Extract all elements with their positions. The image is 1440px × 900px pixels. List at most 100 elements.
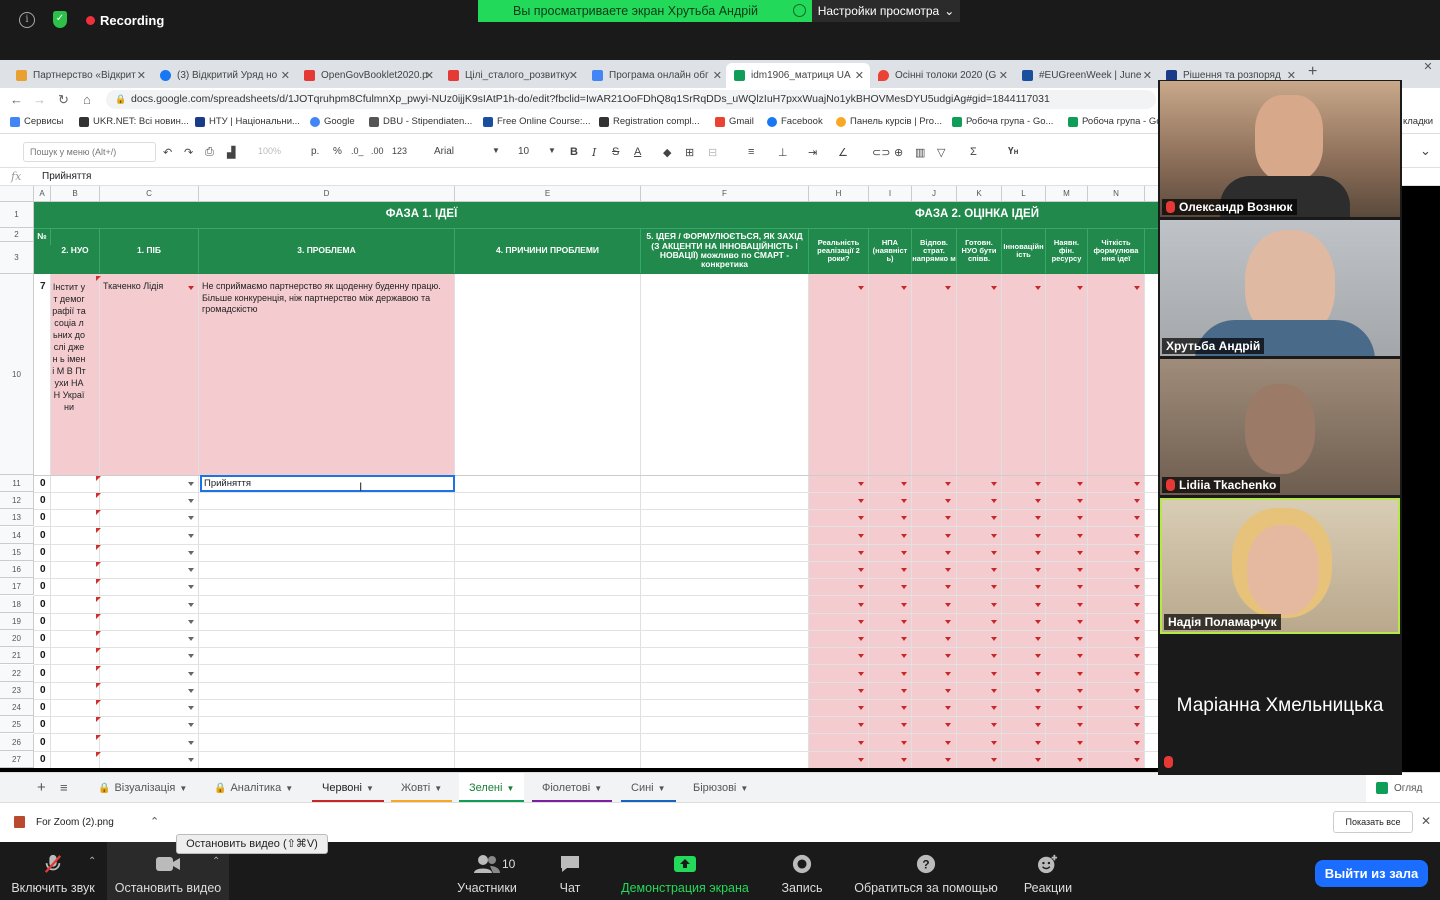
- close-tab-icon[interactable]: ✕: [281, 69, 290, 82]
- participant-video[interactable]: Олександр Вознюк: [1160, 81, 1400, 217]
- dropdown-arrow-icon[interactable]: [991, 619, 997, 624]
- dropdown-arrow-icon[interactable]: [945, 568, 951, 573]
- dropdown-arrow-icon[interactable]: [945, 671, 951, 676]
- row-number-cell[interactable]: 0: [40, 547, 46, 558]
- participant-video-speaking[interactable]: Надія Поламарчук: [1160, 498, 1400, 634]
- fill-color-icon[interactable]: ◆: [663, 146, 671, 159]
- formula-value[interactable]: Прийняття: [42, 171, 91, 182]
- row-header[interactable]: 1: [0, 202, 34, 228]
- dropdown-arrow-icon[interactable]: [1035, 723, 1041, 728]
- dropdown-arrow-icon[interactable]: [1035, 602, 1041, 607]
- column-header[interactable]: B: [51, 186, 100, 202]
- dropdown-arrow-icon[interactable]: [991, 671, 997, 676]
- dropdown-arrow-icon[interactable]: [858, 654, 864, 659]
- dropdown-arrow-icon[interactable]: [901, 499, 907, 504]
- sheet-tab[interactable]: Бірюзові ▼: [683, 773, 758, 803]
- row-header[interactable]: 22: [0, 664, 34, 682]
- functions-icon[interactable]: Σ: [970, 146, 977, 158]
- column-header[interactable]: D: [199, 186, 455, 202]
- dropdown-arrow-icon[interactable]: [858, 516, 864, 521]
- dropdown-arrow-icon[interactable]: [1035, 585, 1041, 590]
- dropdown-arrow-icon[interactable]: [901, 533, 907, 538]
- dropdown-arrow-icon[interactable]: [991, 706, 997, 711]
- row10-pib[interactable]: Ткаченко Лідія: [103, 281, 183, 293]
- column-header[interactable]: M: [1046, 186, 1088, 202]
- bookmark-item[interactable]: Gmail: [715, 116, 754, 127]
- sheet-tab[interactable]: Сині ▼: [621, 773, 676, 803]
- row-header[interactable]: 17: [0, 578, 34, 596]
- dropdown-arrow-icon[interactable]: [1134, 757, 1140, 762]
- bookmark-item[interactable]: Facebook: [767, 116, 823, 127]
- dropdown-arrow-icon[interactable]: [901, 482, 907, 486]
- chevron-up-icon[interactable]: ⌃: [88, 856, 96, 867]
- row-header[interactable]: 10: [0, 274, 34, 475]
- borders-icon[interactable]: ⊞: [685, 146, 694, 159]
- dropdown-arrow-icon[interactable]: [1077, 723, 1083, 728]
- dropdown-arrow-icon[interactable]: [1077, 516, 1083, 521]
- row-number-cell[interactable]: 0: [40, 633, 46, 644]
- row-number-cell[interactable]: 0: [40, 702, 46, 713]
- dropdown-arrow-icon[interactable]: [188, 516, 194, 521]
- row-header[interactable]: 15: [0, 543, 34, 561]
- row-number-cell[interactable]: 0: [40, 754, 46, 765]
- row-number-cell[interactable]: 0: [40, 650, 46, 661]
- dropdown-arrow-icon[interactable]: [1035, 757, 1041, 762]
- dropdown-arrow-icon[interactable]: [991, 723, 997, 728]
- row-number-cell[interactable]: 0: [40, 495, 46, 506]
- dropdown-arrow-icon[interactable]: [1077, 602, 1083, 607]
- show-all-button[interactable]: Показать все: [1333, 811, 1413, 833]
- dropdown-arrow-icon[interactable]: [945, 482, 951, 486]
- chart-icon[interactable]: ▥: [915, 146, 925, 159]
- row-number-cell[interactable]: 0: [40, 530, 46, 541]
- dropdown-arrow-icon[interactable]: [1077, 671, 1083, 676]
- browser-tab-active[interactable]: idm1906_матриця UA ✕: [726, 63, 870, 88]
- dropdown-arrow-icon[interactable]: [991, 585, 997, 590]
- row-number-cell[interactable]: 0: [40, 478, 46, 489]
- dropdown-arrow-icon[interactable]: [858, 585, 864, 590]
- participant-video-off[interactable]: Маріанна Хмельницька: [1160, 637, 1400, 773]
- row-header[interactable]: 2: [0, 228, 34, 242]
- dropdown-arrow-icon[interactable]: [991, 550, 997, 555]
- dropdown-arrow-icon[interactable]: [901, 757, 907, 762]
- row-number-cell[interactable]: 0: [40, 512, 46, 523]
- dropdown-arrow-icon[interactable]: [1035, 619, 1041, 624]
- dropdown-arrow-icon[interactable]: [945, 499, 951, 504]
- sheet-tab-active[interactable]: Зелені ▼: [459, 773, 525, 803]
- dropdown-arrow-icon[interactable]: [1077, 757, 1083, 762]
- row-header[interactable]: 23: [0, 681, 34, 699]
- dropdown-arrow-icon[interactable]: [945, 516, 951, 521]
- chevron-up-icon[interactable]: ⌃: [150, 815, 159, 828]
- row-header[interactable]: 27: [0, 750, 34, 768]
- close-tab-icon[interactable]: ✕: [425, 69, 434, 82]
- dropdown-arrow-icon[interactable]: [945, 602, 951, 607]
- dropdown-arrow-icon[interactable]: [901, 740, 907, 745]
- bookmark-item[interactable]: UKR.NET: Всі новин...: [79, 116, 189, 127]
- decrease-decimal-button[interactable]: .0_: [351, 146, 364, 156]
- increase-decimal-button[interactable]: .00: [371, 146, 384, 156]
- dropdown-arrow-icon[interactable]: [1134, 516, 1140, 521]
- participant-video[interactable]: Lidiia Tkachenko: [1160, 359, 1400, 495]
- row10-number[interactable]: 7: [40, 281, 46, 293]
- dropdown-arrow-icon[interactable]: [188, 550, 194, 555]
- column-header[interactable]: L: [1002, 186, 1046, 202]
- dropdown-arrow-icon[interactable]: [901, 286, 907, 290]
- input-tools-icon[interactable]: Үн: [1008, 146, 1018, 157]
- dropdown-arrow-icon[interactable]: [901, 706, 907, 711]
- row-header[interactable]: 14: [0, 526, 34, 544]
- dropdown-arrow-icon[interactable]: [901, 637, 907, 642]
- dropdown-arrow-icon[interactable]: [945, 654, 951, 659]
- dropdown-arrow-icon[interactable]: [1077, 585, 1083, 590]
- text-wrap-icon[interactable]: ⇥: [808, 146, 817, 159]
- dropdown-arrow-icon[interactable]: [1077, 654, 1083, 659]
- dropdown-arrow-icon[interactable]: [945, 740, 951, 745]
- dropdown-arrow-icon[interactable]: [945, 585, 951, 590]
- dropdown-arrow-icon[interactable]: [1077, 568, 1083, 573]
- dropdown-arrow-icon[interactable]: [1035, 550, 1041, 555]
- dropdown-arrow-icon[interactable]: [858, 568, 864, 573]
- dropdown-arrow-icon[interactable]: [858, 533, 864, 538]
- chat-button[interactable]: Чат: [548, 842, 592, 900]
- dropdown-arrow-icon[interactable]: [991, 740, 997, 745]
- bookmark-item[interactable]: Робоча група - Go...: [952, 116, 1053, 127]
- row-header[interactable]: 26: [0, 733, 34, 751]
- download-file-name[interactable]: For Zoom (2).png: [36, 817, 114, 828]
